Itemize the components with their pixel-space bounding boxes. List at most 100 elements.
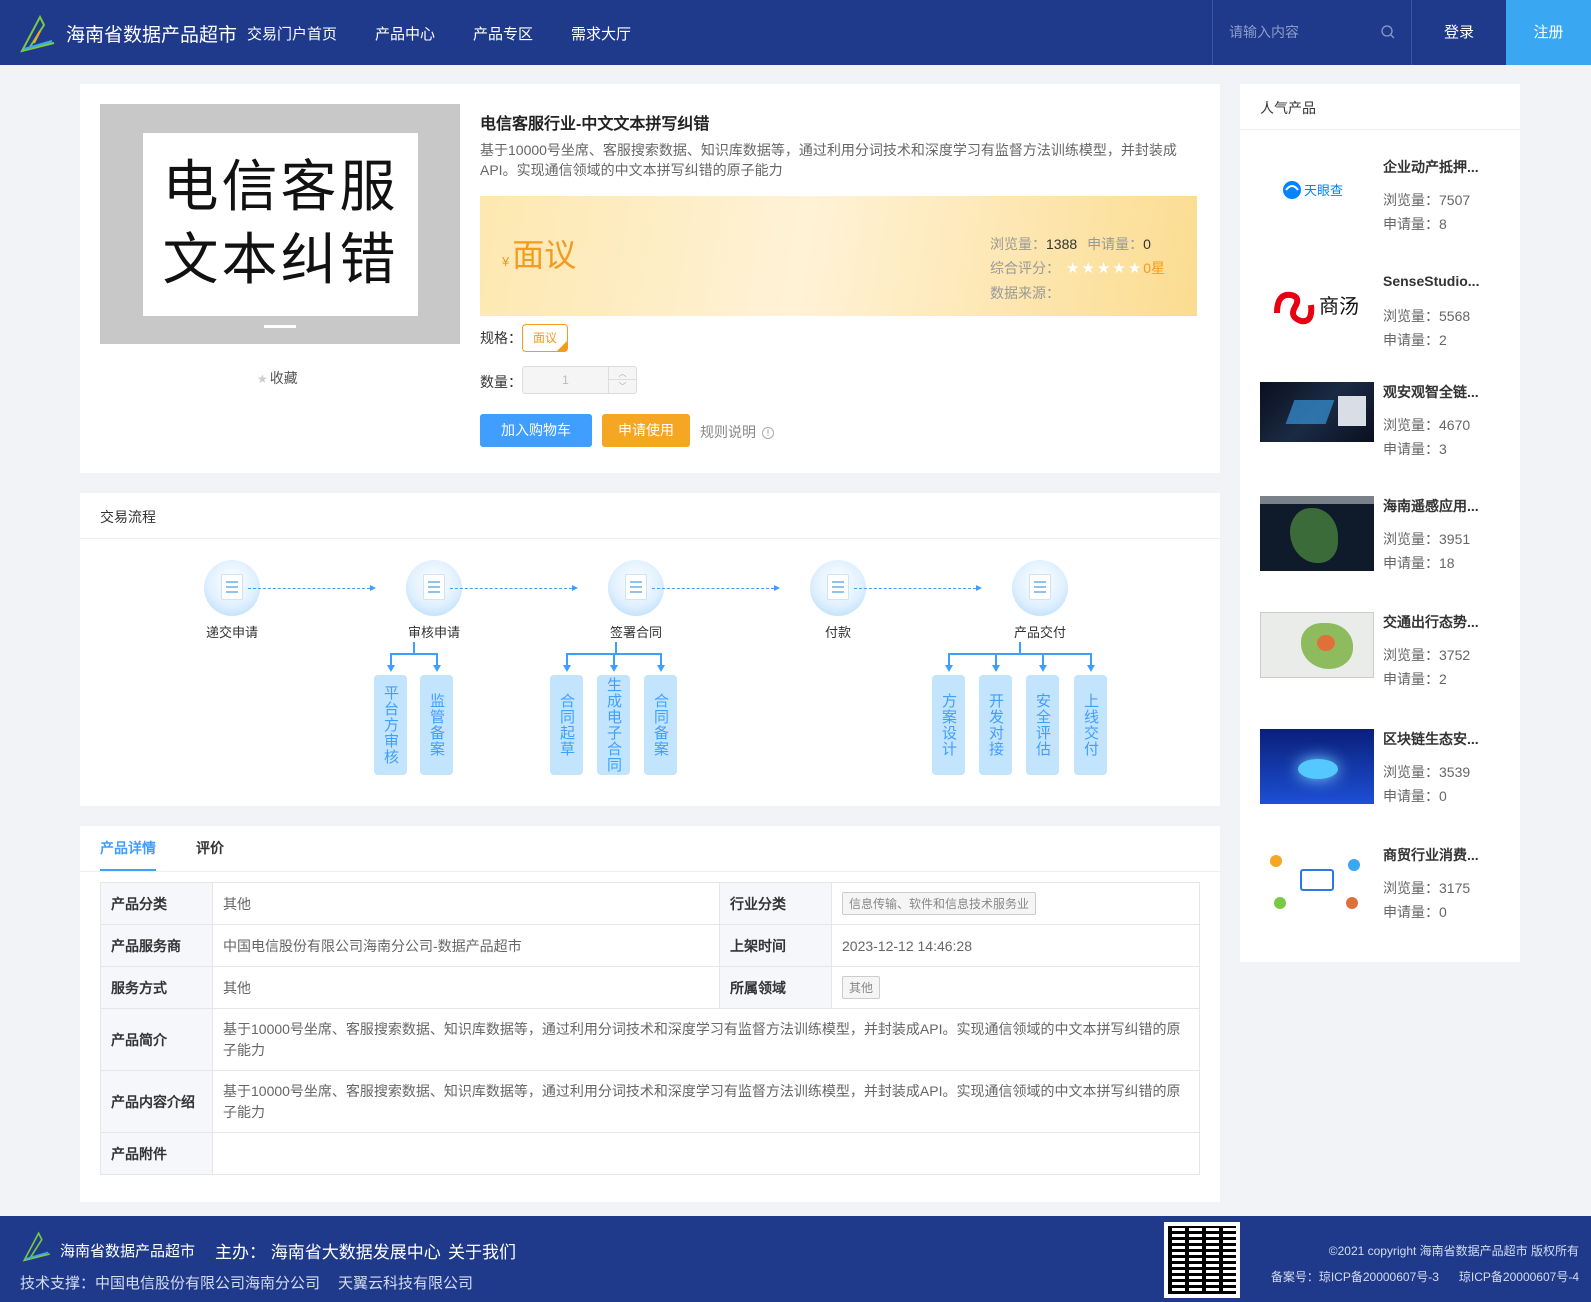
selected-corner-icon <box>557 341 567 351</box>
favorite-button[interactable]: ★ 收藏 <box>257 368 298 388</box>
cell-value: 其他 <box>212 882 720 925</box>
list-item[interactable]: 商汤 SenseStudio... 浏览量：5568 申请量：2 <box>1260 273 1510 368</box>
top-header: 海南省数据产品超市 交易门户首页 产品中心 产品专区 需求大厅 登录 注册 <box>0 0 1591 65</box>
product-applies: 申请量：8 <box>1383 216 1447 232</box>
nav-item-home[interactable]: 交易门户首页 <box>247 23 337 44</box>
cell-value: 信息传输、软件和信息技术服务业 <box>831 882 1200 925</box>
icp-record[interactable]: 琼ICP备20000607号-4 <box>1459 1270 1579 1284</box>
thumbnail-graphic <box>1338 396 1366 426</box>
footer-brand: 海南省数据产品超市 <box>60 1243 196 1260</box>
about-us-link[interactable]: 关于我们 <box>448 1238 516 1263</box>
cell-key: 产品服务商 <box>100 924 213 967</box>
product-name[interactable]: SenseStudio... <box>1383 273 1508 289</box>
product-thumbnail[interactable] <box>1260 845 1374 920</box>
views-label: 浏览量： <box>990 236 1046 252</box>
product-thumbnail[interactable] <box>1260 729 1374 804</box>
list-item[interactable]: 海南遥感应用... 浏览量：3951 申请量：18 <box>1260 496 1510 591</box>
product-thumbnail[interactable] <box>1260 496 1374 571</box>
views-value: 1388 <box>1046 236 1078 252</box>
product-views: 浏览量：3951 <box>1383 531 1471 547</box>
thumbnail-graphic <box>1260 496 1374 504</box>
product-image-text-2: 文本纠错 <box>162 227 399 293</box>
product-name[interactable]: 企业动产抵押... <box>1383 157 1508 177</box>
currency-symbol: ¥ <box>502 254 510 269</box>
substep-go-live: 上线交付 <box>1074 675 1107 775</box>
price-panel: ¥面议 浏览量：1388 申请量：0 综合评分： ★ ★ ★ ★ ★ 0星 数据来源： <box>480 196 1197 316</box>
list-item[interactable]: 区块链生态安... 浏览量：3539 申请量：0 <box>1260 729 1510 824</box>
quantity-input[interactable] <box>523 367 608 393</box>
product-detail-card: 产品详情 评价 产品分类 其他 行业分类 信息传输、软件和信息技术服务业 产品服… <box>80 826 1220 1202</box>
tab-reviews[interactable]: 评价 <box>196 826 224 871</box>
arrow-down-icon <box>657 665 665 672</box>
flow-arrow <box>854 585 982 591</box>
table-row: 产品内容介绍 基于10000号坐席、客服搜索数据、知识库数据等，通过利用分词技术… <box>100 1070 1200 1133</box>
product-name[interactable]: 商贸行业消费... <box>1383 845 1508 865</box>
arrow-down-icon <box>387 665 395 672</box>
arrow-down-icon <box>1039 665 1047 672</box>
tab-product-detail[interactable]: 产品详情 <box>100 826 156 871</box>
brand-logo-icon[interactable] <box>20 13 56 53</box>
product-name[interactable]: 海南遥感应用... <box>1383 496 1508 516</box>
search-input[interactable] <box>1229 20 1369 44</box>
branch-line <box>1042 653 1044 665</box>
product-name[interactable]: 观安观智全链... <box>1383 382 1508 402</box>
cell-value: 基于10000号坐席、客服搜索数据、知识库数据等，通过利用分词技术和深度学习有监… <box>212 1070 1200 1133</box>
spec-option[interactable]: 面议 <box>522 324 568 352</box>
substep-solution-design: 方案设计 <box>932 675 965 775</box>
product-applies: 申请量：0 <box>1383 904 1447 920</box>
flow-step-review: 审核申请 <box>374 560 494 641</box>
rules-link[interactable]: 规则说明! <box>700 422 774 442</box>
product-thumbnail[interactable]: 天眼查 <box>1260 157 1374 227</box>
icp-record[interactable]: 备案号：琼ICP备20000607号-3 <box>1271 1270 1439 1284</box>
product-name[interactable]: 交通出行态势... <box>1383 612 1508 632</box>
nav-item-product-center[interactable]: 产品中心 <box>375 23 435 44</box>
industry-tag: 信息传输、软件和信息技术服务业 <box>842 892 1037 915</box>
quantity-stepper: ︿ ﹀ <box>522 366 637 394</box>
rating-label: 综合评分： <box>990 260 1060 276</box>
list-item[interactable]: 交通出行态势... 浏览量：3752 申请量：2 <box>1260 612 1510 707</box>
flow-step-payment: 付款 <box>778 560 898 641</box>
login-button[interactable]: 登录 <box>1412 0 1506 65</box>
substep-e-contract: 生成电子合同 <box>597 675 630 775</box>
flow-step-submit: 递交申请 <box>172 560 292 641</box>
popular-products-panel: 人气产品 天眼查 企业动产抵押... 浏览量：7507 申请量：8 商汤 Sen… <box>1240 84 1520 962</box>
cell-key: 行业分类 <box>719 882 832 925</box>
search-icon[interactable] <box>1381 25 1395 39</box>
list-item[interactable]: 天眼查 企业动产抵押... 浏览量：7507 申请量：8 <box>1260 157 1510 252</box>
increase-icon[interactable]: ︿ <box>608 367 636 380</box>
carousel-indicator[interactable] <box>264 325 296 328</box>
spec-label: 规格： <box>480 330 522 346</box>
branch-line <box>660 653 662 665</box>
list-item[interactable]: 商贸行业消费... 浏览量：3175 申请量：0 <box>1260 845 1510 940</box>
product-thumbnail[interactable]: 商汤 <box>1260 273 1374 343</box>
flow-step-contract: 签署合同 <box>576 560 696 641</box>
detail-table: 产品分类 其他 行业分类 信息传输、软件和信息技术服务业 产品服务商 中国电信股… <box>100 882 1200 1175</box>
arrow-down-icon <box>610 665 618 672</box>
thumbnail-graphic <box>1346 897 1358 909</box>
section-title: 交易流程 <box>100 509 156 525</box>
nav-item-product-zone[interactable]: 产品专区 <box>473 23 533 44</box>
table-row: 产品简介 基于10000号坐席、客服搜索数据、知识库数据等，通过利用分词技术和深… <box>100 1008 1200 1071</box>
cell-key: 服务方式 <box>100 966 213 1009</box>
brand-name[interactable]: 海南省数据产品超市 <box>66 20 237 47</box>
product-views: 浏览量：5568 <box>1383 308 1471 324</box>
nav-item-demand-hall[interactable]: 需求大厅 <box>571 23 631 44</box>
substep-platform-review: 平台方审核 <box>374 675 407 775</box>
product-name[interactable]: 区块链生态安... <box>1383 729 1508 749</box>
flow-arrow <box>450 585 578 591</box>
tech-partner: 天翼云科技有限公司 <box>338 1275 474 1292</box>
thumbnail-graphic <box>1270 855 1282 867</box>
product-image[interactable]: 电信客服 文本纠错 <box>100 104 460 344</box>
register-button[interactable]: 注册 <box>1506 0 1591 65</box>
product-thumbnail[interactable] <box>1260 382 1374 442</box>
product-description: 基于10000号坐席、客服搜索数据、知识库数据等，通过利用分词技术和深度学习有监… <box>480 142 1177 178</box>
branch-line <box>1090 653 1092 665</box>
list-item[interactable]: 观安观智全链... 浏览量：4670 申请量：3 <box>1260 382 1510 477</box>
flow-step-label: 签署合同 <box>609 625 662 640</box>
branch-line <box>613 653 615 665</box>
applies-value: 0 <box>1143 236 1151 252</box>
apply-use-button[interactable]: 申请使用 <box>602 414 690 447</box>
add-to-cart-button[interactable]: 加入购物车 <box>480 414 592 447</box>
product-thumbnail[interactable] <box>1260 612 1374 678</box>
decrease-icon[interactable]: ﹀ <box>608 380 636 393</box>
